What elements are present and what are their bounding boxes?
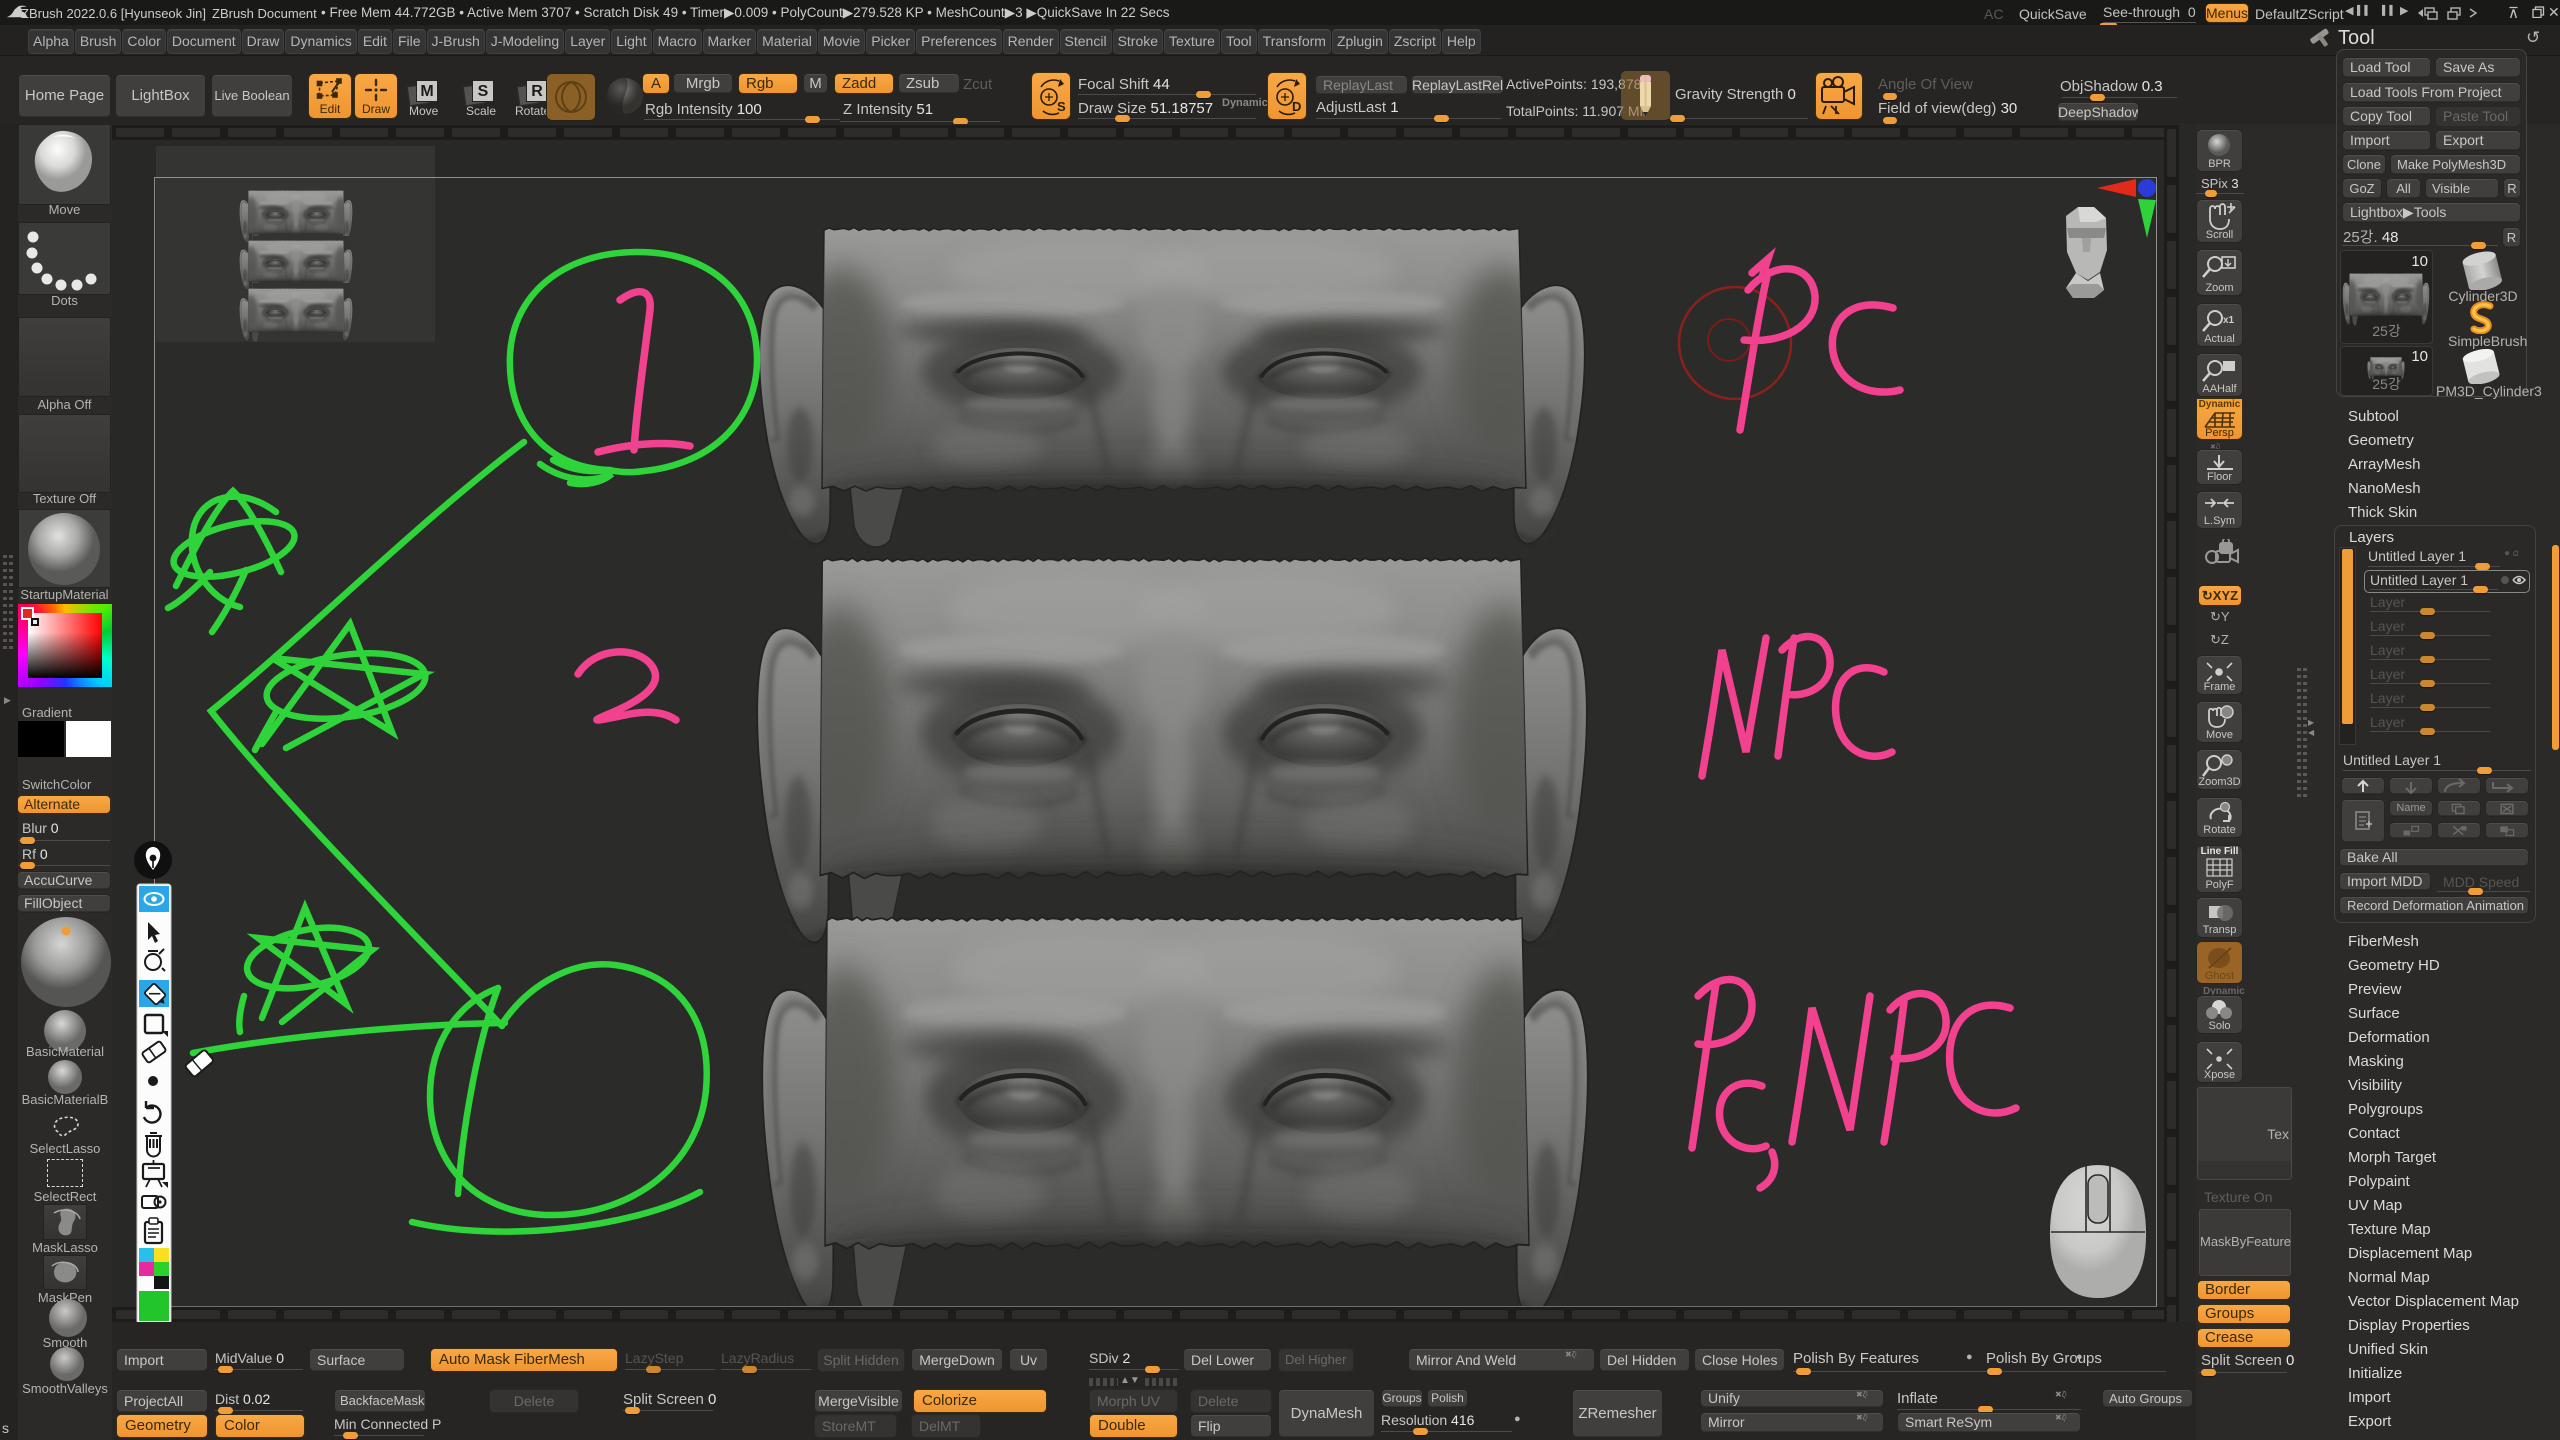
- svg-text:S: S: [1057, 99, 1066, 114]
- svg-text:x1: x1: [2223, 315, 2235, 326]
- svg-text:D: D: [1292, 99, 1301, 114]
